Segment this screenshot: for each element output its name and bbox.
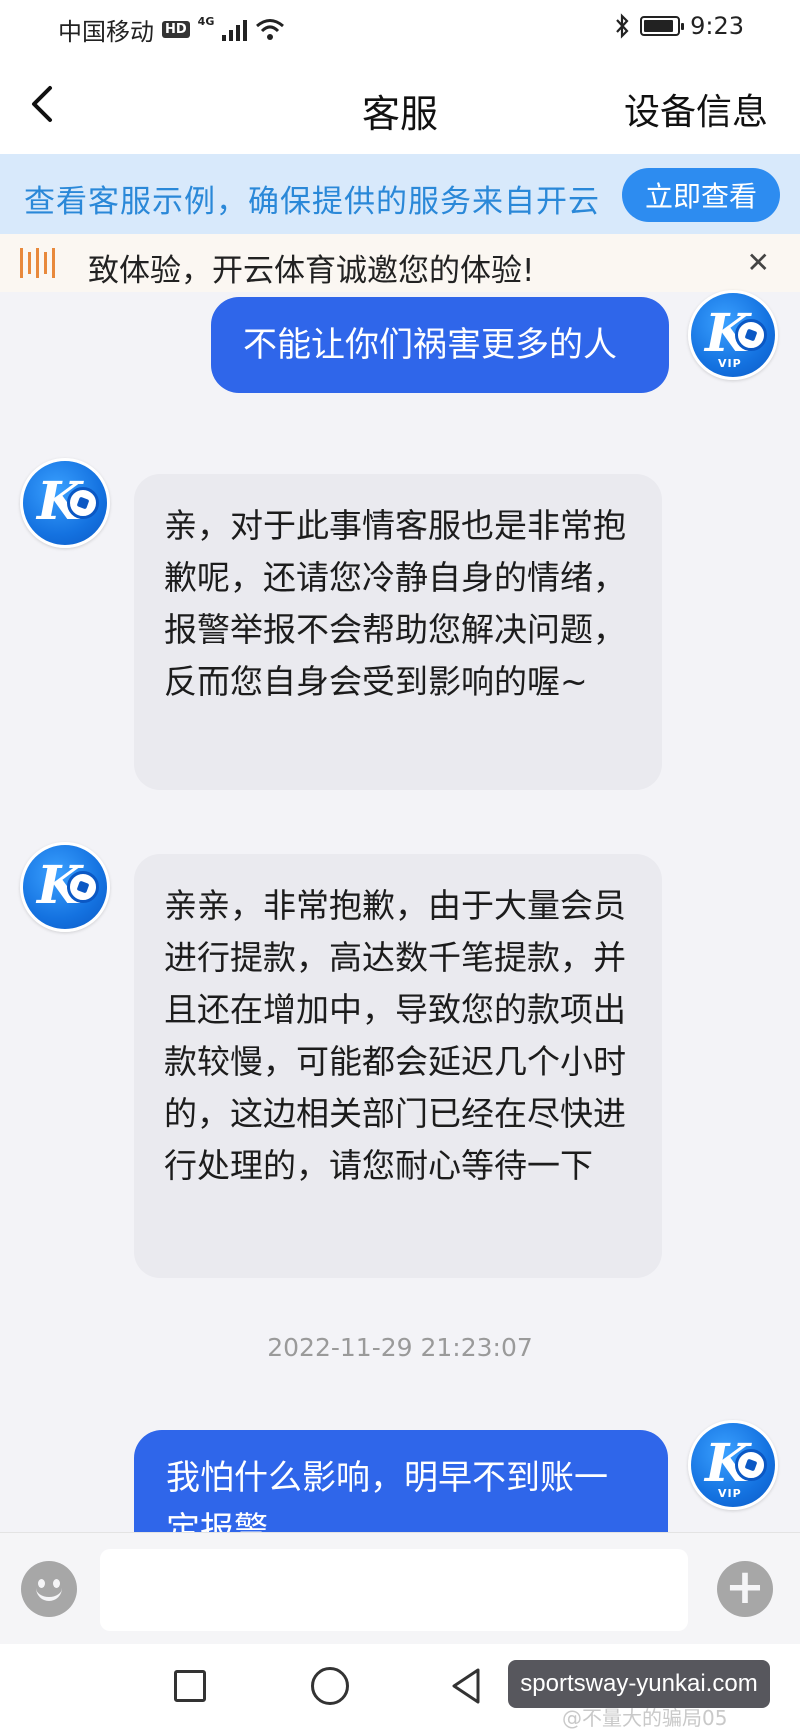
soccer-ball-icon	[67, 487, 99, 519]
clock: 9:23	[690, 12, 744, 40]
header: 客服 设备信息	[0, 56, 800, 154]
signal-icon	[222, 19, 248, 41]
soccer-ball-icon	[735, 319, 767, 351]
banner-text: 查看客服示例，确保提供的服务来自开云	[24, 184, 600, 220]
verify-banner: 查看客服示例，确保提供的服务来自开云 立即查看	[0, 154, 800, 234]
watermark-label: sportsway-yunkai.com	[508, 1660, 770, 1708]
recent-apps-icon[interactable]	[174, 1670, 206, 1702]
battery-icon	[640, 16, 685, 36]
avatar: K VIP	[688, 1420, 778, 1510]
notice-text: 致体验，开云体育诚邀您的体验!	[88, 253, 535, 289]
battery-fill	[644, 20, 674, 32]
wifi-icon	[256, 18, 285, 40]
soccer-ball-icon	[67, 871, 99, 903]
hd-badge: HD	[162, 21, 190, 38]
notice-bar: 致体验，开云体育诚邀您的体验! ✕	[0, 234, 800, 292]
status-bar: 中国移动 HD 4G 9:23	[0, 0, 800, 56]
soccer-ball-icon	[735, 1449, 767, 1481]
plus-icon[interactable]: +	[717, 1561, 773, 1617]
status-right: 9:23	[614, 12, 744, 40]
close-icon[interactable]: ✕	[747, 249, 770, 277]
back-triangle-icon[interactable]	[446, 1666, 486, 1706]
vip-badge: VIP	[718, 1487, 742, 1500]
emoji-icon[interactable]	[21, 1561, 77, 1617]
network-type: 4G	[197, 15, 215, 28]
vip-badge: VIP	[718, 357, 742, 370]
input-bar: +	[0, 1532, 800, 1644]
avatar: K	[20, 842, 110, 932]
bluetooth-icon	[616, 13, 629, 39]
watermark-sub: @不量大的骗局05	[562, 1706, 728, 1730]
outgoing-message: 不能让你们祸害更多的人	[211, 297, 669, 393]
incoming-message: 亲，对于此事情客服也是非常抱歉呢，还请您冷静自身的情绪，报警举报不会帮助您解决问…	[134, 474, 662, 790]
view-now-button[interactable]: 立即查看	[622, 168, 780, 222]
device-info-button[interactable]: 设备信息	[624, 83, 768, 135]
status-left: 中国移动 HD 4G	[58, 12, 285, 47]
home-icon[interactable]	[311, 1667, 349, 1705]
carrier-name: 中国移动	[58, 18, 154, 46]
avatar: K VIP	[688, 290, 778, 380]
message-timestamp: 2022-11-29 21:23:07	[267, 1333, 533, 1362]
announcement-icon	[20, 246, 55, 280]
incoming-message: 亲亲，非常抱歉，由于大量会员进行提款，高达数千笔提款，并且还在增加中，导致您的款…	[134, 854, 662, 1278]
avatar: K	[20, 458, 110, 548]
message-input[interactable]	[100, 1549, 688, 1631]
